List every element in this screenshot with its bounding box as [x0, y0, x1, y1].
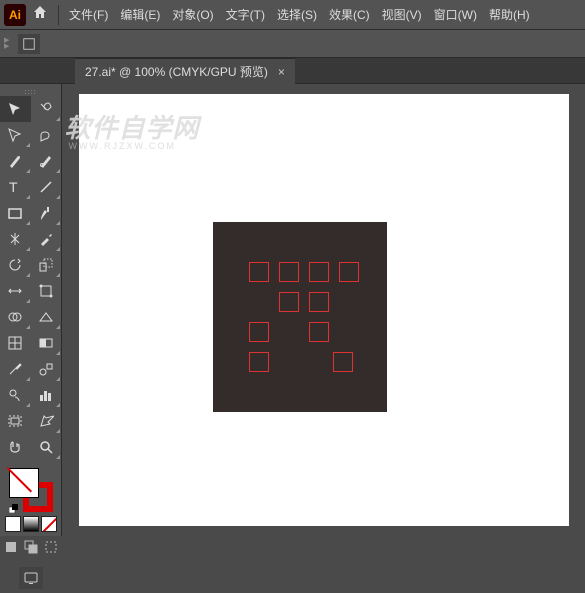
svg-text:T: T	[9, 179, 18, 195]
menu-select[interactable]: 选择(S)	[277, 6, 317, 23]
menu-type[interactable]: 文字(T)	[226, 6, 265, 23]
paintbrush-tool[interactable]	[31, 200, 62, 226]
artboard-tool[interactable]	[0, 408, 31, 434]
control-bar: ▶▶	[0, 30, 585, 58]
canvas-viewport[interactable]: 软件自学网 WWW.RJZXW.COM	[62, 84, 585, 536]
menu-effect[interactable]: 效果(C)	[329, 6, 370, 23]
tools-panel-grip[interactable]: ∷∷	[0, 88, 61, 96]
document-tab-bar: 27.ai* @ 100% (CMYK/GPU 预览) ×	[0, 58, 585, 84]
art-square[interactable]	[309, 322, 329, 342]
column-graph-tool[interactable]	[31, 382, 62, 408]
magic-wand-tool[interactable]	[31, 96, 62, 122]
draw-behind-icon[interactable]	[24, 540, 38, 559]
document-tab-title: 27.ai* @ 100% (CMYK/GPU 预览)	[85, 63, 268, 80]
screen-mode-button[interactable]	[19, 567, 43, 589]
tab-spacer	[0, 58, 75, 84]
art-square[interactable]	[249, 262, 269, 282]
watermark-text: 软件自学网	[65, 108, 200, 145]
panel-expand-icon[interactable]: ▶▶	[4, 34, 14, 54]
perspective-grid-tool[interactable]	[31, 304, 62, 330]
mesh-tool[interactable]	[0, 330, 31, 356]
rectangle-tool[interactable]	[0, 200, 31, 226]
shape-builder-tool[interactable]	[0, 304, 31, 330]
swap-fill-stroke-icon[interactable]	[9, 500, 21, 512]
menu-edit[interactable]: 编辑(E)	[120, 6, 160, 23]
menu-object[interactable]: 对象(O)	[172, 6, 213, 23]
app-logo: Ai	[4, 4, 26, 26]
slice-tool[interactable]	[31, 408, 62, 434]
blend-tool[interactable]	[31, 356, 62, 382]
menu-bar: Ai 文件(F) 编辑(E) 对象(O) 文字(T) 选择(S) 效果(C) 视…	[0, 0, 585, 30]
color-mode-solid[interactable]	[5, 516, 21, 532]
fill-swatch[interactable]	[9, 468, 39, 498]
selection-tool[interactable]	[0, 96, 31, 122]
hand-tool[interactable]	[0, 434, 31, 460]
canvas[interactable]: 软件自学网 WWW.RJZXW.COM	[79, 94, 569, 526]
free-transform-tool[interactable]	[31, 278, 62, 304]
type-tool[interactable]: T	[0, 174, 31, 200]
home-icon[interactable]	[32, 4, 48, 25]
art-square[interactable]	[333, 352, 353, 372]
art-square[interactable]	[309, 292, 329, 312]
watermark: 软件自学网 WWW.RJZXW.COM	[65, 108, 200, 151]
art-square[interactable]	[249, 352, 269, 372]
eraser-tool[interactable]	[31, 226, 62, 252]
art-square[interactable]	[339, 262, 359, 282]
draw-mode-row	[2, 540, 59, 559]
line-tool[interactable]	[31, 174, 62, 200]
direct-selection-tool[interactable]	[0, 122, 31, 148]
gradient-tool[interactable]	[31, 330, 62, 356]
shaper-tool[interactable]	[0, 226, 31, 252]
tools-panel: ∷∷ T	[0, 84, 62, 536]
watermark-url: WWW.RJZXW.COM	[69, 141, 200, 151]
eyedropper-tool[interactable]	[0, 356, 31, 382]
width-tool[interactable]	[0, 278, 31, 304]
scale-tool[interactable]	[31, 252, 62, 278]
menu-view[interactable]: 视图(V)	[382, 6, 422, 23]
artboard[interactable]	[213, 222, 387, 412]
lasso-tool[interactable]	[31, 122, 62, 148]
draw-normal-icon[interactable]	[4, 540, 18, 559]
symbol-sprayer-tool[interactable]	[0, 382, 31, 408]
zoom-tool[interactable]	[31, 434, 62, 460]
menu-window[interactable]: 窗口(W)	[434, 6, 477, 23]
pen-tool[interactable]	[0, 148, 31, 174]
art-square[interactable]	[249, 322, 269, 342]
menu-help[interactable]: 帮助(H)	[489, 6, 530, 23]
art-square[interactable]	[279, 262, 299, 282]
no-selection-indicator[interactable]	[18, 34, 40, 54]
color-mode-row	[2, 516, 59, 532]
rotate-tool[interactable]	[0, 252, 31, 278]
art-square[interactable]	[309, 262, 329, 282]
main-area: ∷∷ T	[0, 84, 585, 536]
menu-file[interactable]: 文件(F)	[69, 6, 108, 23]
draw-inside-icon[interactable]	[44, 540, 58, 559]
color-mode-none[interactable]	[41, 516, 57, 532]
curvature-tool[interactable]	[31, 148, 62, 174]
tab-bar-rest	[295, 58, 585, 84]
tab-close-icon[interactable]: ×	[278, 65, 285, 79]
art-square[interactable]	[279, 292, 299, 312]
color-controls	[0, 460, 61, 593]
document-tab[interactable]: 27.ai* @ 100% (CMYK/GPU 预览) ×	[75, 58, 295, 84]
fill-stroke-swatch[interactable]	[9, 468, 53, 512]
menu-separator	[58, 5, 59, 25]
color-mode-gradient[interactable]	[23, 516, 39, 532]
